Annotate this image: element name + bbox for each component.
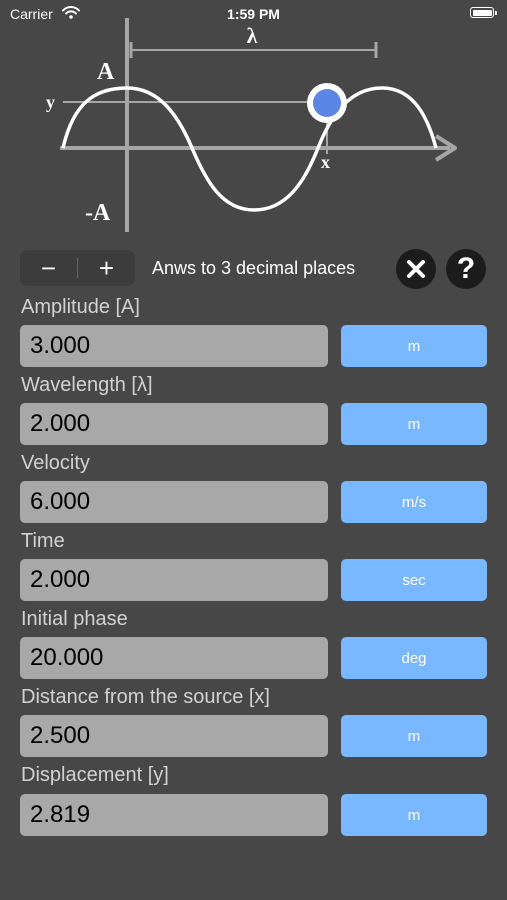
- velocity-input[interactable]: 6.000: [20, 481, 328, 523]
- control-row: − + Anws to 3 decimal places ?: [20, 248, 487, 289]
- displacement-label: Displacement [y]: [21, 764, 169, 786]
- plus-icon: +: [98, 252, 115, 283]
- amplitude-input[interactable]: 3.000: [20, 325, 328, 367]
- wavelength-label: Wavelength [λ]: [21, 374, 153, 396]
- velocity-label: Velocity: [21, 452, 90, 474]
- close-icon: [407, 260, 425, 278]
- initial-phase-input[interactable]: 20.000: [20, 637, 328, 679]
- distance-input[interactable]: 2.500: [20, 715, 328, 757]
- minus-icon: −: [40, 252, 57, 283]
- initial-phase-label: Initial phase: [21, 608, 128, 630]
- amplitude-label: A: [97, 59, 115, 85]
- neg-amplitude-label: -A: [85, 200, 111, 226]
- wavelength-input[interactable]: 2.000: [20, 403, 328, 445]
- question-icon: ?: [456, 252, 476, 285]
- y-label: y: [46, 92, 55, 112]
- time-input[interactable]: 2.000: [20, 559, 328, 601]
- amplitude-unit-button[interactable]: m: [341, 325, 487, 367]
- velocity-unit-button[interactable]: m/s: [341, 481, 487, 523]
- time-unit-button[interactable]: sec: [341, 559, 487, 601]
- distance-label: Distance from the source [x]: [21, 686, 270, 708]
- wavelength-label: λ: [247, 23, 258, 48]
- wave-point-inner: [313, 89, 341, 117]
- increment-button[interactable]: +: [78, 250, 135, 286]
- decrement-button[interactable]: −: [20, 250, 77, 286]
- help-button[interactable]: ?: [446, 249, 486, 289]
- x-label: x: [321, 152, 330, 172]
- initial-phase-unit-button[interactable]: deg: [341, 637, 487, 679]
- time-label: Time: [21, 530, 65, 552]
- displacement-unit-button[interactable]: m: [341, 794, 487, 836]
- precision-label: Anws to 3 decimal places: [152, 258, 356, 278]
- distance-unit-button[interactable]: m: [341, 715, 487, 757]
- wave-diagram: λ A -A y x: [46, 18, 457, 232]
- clear-button[interactable]: [396, 249, 436, 289]
- amplitude-label: Amplitude [A]: [21, 296, 140, 318]
- displacement-output[interactable]: 2.819: [20, 794, 328, 836]
- wavelength-unit-button[interactable]: m: [341, 403, 487, 445]
- decimal-stepper[interactable]: − +: [20, 250, 135, 286]
